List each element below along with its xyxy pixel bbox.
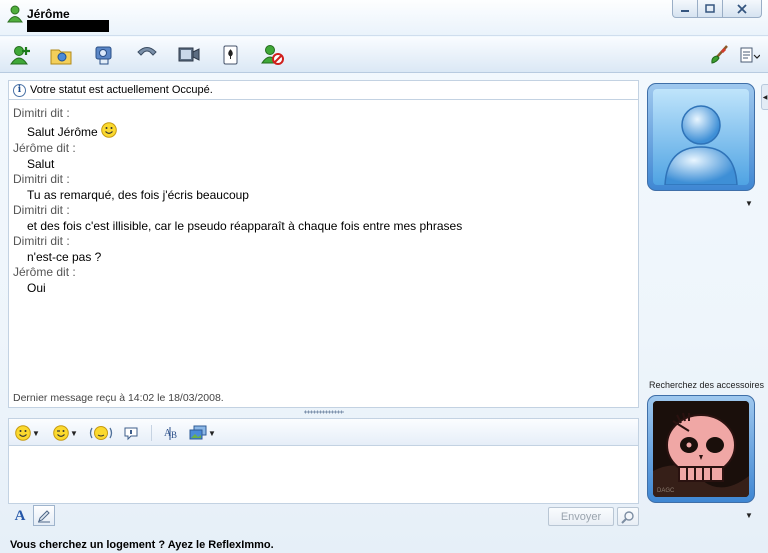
search-button[interactable] (617, 507, 639, 526)
message-text: n'est-ce pas ? (27, 250, 102, 264)
message-text: Salut (27, 157, 55, 171)
send-files-icon (50, 49, 72, 65)
paint-brush-button[interactable] (706, 43, 732, 67)
paint-brush-icon (711, 45, 728, 64)
invite-contact-icon (10, 46, 30, 65)
message-text: et des fois c'est illisible, car le pseu… (27, 219, 463, 233)
contact-display-picture[interactable] (647, 83, 755, 191)
smiley-icon (15, 425, 31, 441)
title-bar: Jérôme (0, 0, 768, 36)
message-sender: Jérôme dit : (13, 141, 76, 155)
conversation-toolbar (0, 37, 768, 73)
games-button[interactable] (218, 43, 244, 67)
skull-avatar-icon (653, 401, 749, 497)
webcam-icon (95, 46, 112, 65)
status-notice: i Votre statut est actuellement Occupé. (8, 80, 639, 100)
games-icon (223, 45, 238, 65)
spell-check-button[interactable]: AB (163, 424, 181, 442)
chevron-down-icon: ▼ (208, 428, 216, 438)
pen-icon (38, 509, 50, 522)
maximize-button[interactable] (697, 0, 723, 18)
last-message-timestamp: Dernier message reçu à 14:02 le 18/03/20… (13, 392, 224, 404)
menu-button[interactable] (734, 43, 764, 67)
voice-clip-button[interactable] (123, 424, 139, 442)
call-icon (137, 47, 157, 56)
video-icon (178, 47, 200, 62)
spell-check-icon: AB (164, 427, 177, 440)
compose-toolbar: ▼ ▼ AB ▼ (8, 418, 639, 446)
close-icon (737, 3, 747, 14)
accessory-watermark: DAGC (657, 488, 675, 494)
message-sender: Jérôme dit : (13, 265, 76, 279)
accessories-label: Recherchez des accessoires (649, 380, 765, 390)
message-body: Salut Jérôme (27, 125, 98, 139)
wink-icon (53, 425, 69, 441)
message-input[interactable] (8, 446, 639, 504)
message-sender: Dimitri dit : (13, 172, 70, 186)
block-contact-button[interactable] (260, 43, 286, 67)
invite-contact-button[interactable] (8, 43, 34, 67)
info-icon: i (13, 83, 26, 97)
pane-splitter-handle[interactable] (304, 410, 344, 414)
font-button[interactable]: A (10, 506, 30, 526)
message-sender: Dimitri dit : (13, 106, 70, 120)
call-button[interactable] (134, 43, 160, 67)
own-display-picture[interactable]: DAGC (647, 395, 755, 503)
conversation-history[interactable]: Dimitri dit : Salut Jérôme Jérôme dit : … (8, 100, 639, 408)
collapse-pane-button[interactable]: ◀ (761, 84, 768, 110)
contact-status-icon (6, 4, 24, 26)
svg-text:B: B (171, 430, 177, 440)
wink-menu-button[interactable]: ▼ (53, 424, 78, 442)
webcam-button[interactable] (92, 43, 118, 67)
redacted-personal-message (27, 20, 109, 32)
message-text: Salut Jérôme (13, 121, 462, 141)
background-image-icon (189, 425, 207, 440)
advertisement-link[interactable]: Vous cherchez un logement ? Ayez le Refl… (10, 539, 274, 551)
display-picture-options-chevron-icon[interactable]: ▼ (745, 199, 753, 208)
own-picture-options-chevron-icon[interactable]: ▼ (745, 511, 753, 520)
send-button[interactable]: Envoyer (548, 507, 614, 526)
chevron-down-icon: ▼ (32, 428, 40, 438)
contact-name: Jérôme (27, 7, 70, 21)
search-icon (621, 510, 634, 524)
menu-icon (740, 47, 760, 63)
close-button[interactable] (722, 0, 762, 18)
speech-bubble-icon (124, 427, 138, 441)
default-user-avatar-icon (664, 105, 738, 185)
nudge-button[interactable] (89, 424, 113, 442)
video-button[interactable] (176, 43, 202, 67)
toolbar-separator (151, 425, 152, 441)
message-text: Oui (27, 281, 46, 295)
smiley-emoticon-icon (100, 122, 117, 145)
message-sender: Dimitri dit : (13, 203, 70, 217)
minimize-button[interactable] (672, 0, 698, 18)
emoticon-menu-button[interactable]: ▼ (15, 424, 40, 442)
message-sender: Dimitri dit : (13, 234, 70, 248)
minimize-icon (681, 9, 689, 12)
handwriting-button[interactable] (33, 505, 55, 526)
chevron-down-icon: ▼ (70, 428, 78, 438)
background-menu-button[interactable]: ▼ (189, 424, 216, 442)
send-files-button[interactable] (48, 43, 74, 67)
status-text: Votre statut est actuellement Occupé. (30, 84, 213, 96)
maximize-icon (705, 3, 715, 13)
block-contact-icon (261, 45, 284, 65)
message-text: Tu as remarqué, des fois j'écris beaucou… (27, 188, 249, 202)
nudge-icon (89, 426, 113, 440)
